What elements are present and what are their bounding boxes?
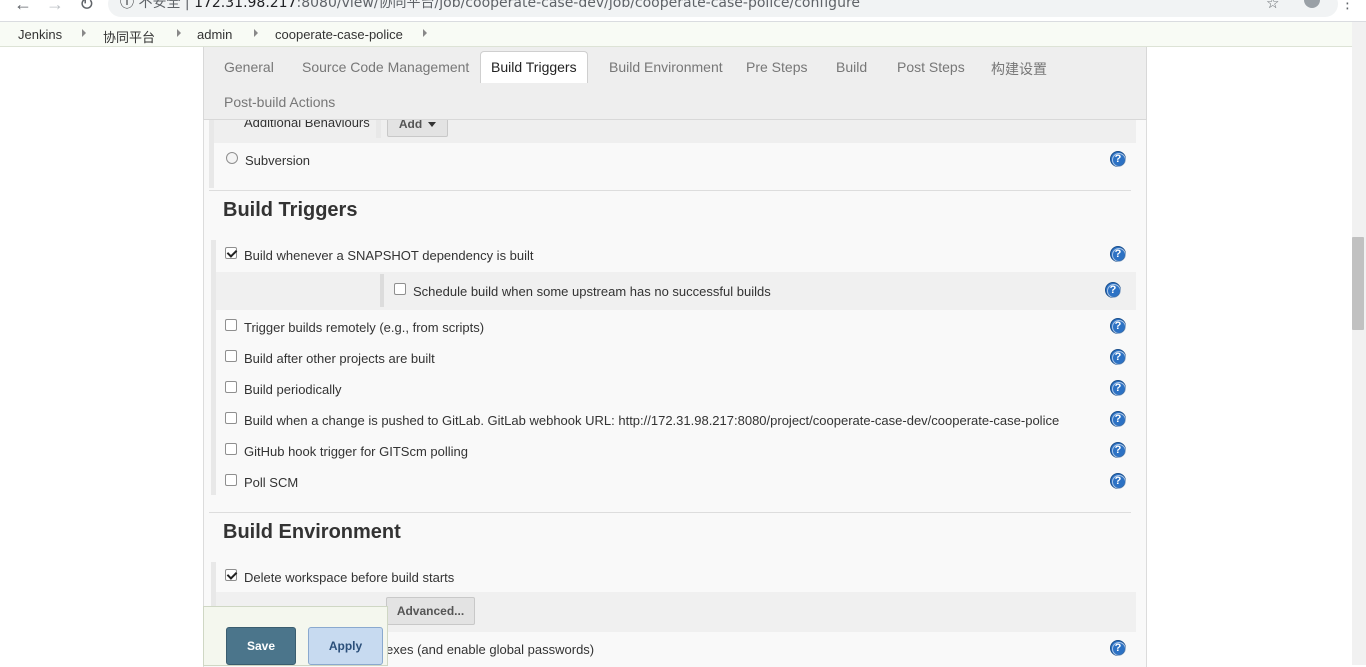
breadcrumb: Jenkins 协同平台 admin cooperate-case-police — [0, 22, 1352, 47]
scrollbar-thumb[interactable] — [1352, 237, 1364, 330]
section-title-build-triggers: Build Triggers — [223, 199, 358, 221]
delete-workspace-label: Delete workspace before build starts — [244, 570, 455, 585]
url-path: :8080/view/协同平台/job/cooperate-case-dev/j… — [296, 0, 861, 11]
delete-workspace-checkbox[interactable] — [225, 569, 237, 581]
snapshot-label: Build whenever a SNAPSHOT dependency is … — [244, 248, 534, 263]
apply-button[interactable]: Apply — [308, 627, 383, 665]
gitlab-push-checkbox[interactable] — [225, 412, 237, 424]
breadcrumb-folder[interactable]: admin — [197, 27, 232, 42]
section-indent-bar — [376, 118, 381, 138]
help-icon[interactable]: ? — [1110, 411, 1126, 427]
back-icon[interactable]: ← — [14, 0, 32, 15]
help-icon[interactable]: ? — [1105, 282, 1121, 298]
reload-icon[interactable]: ↻ — [79, 0, 94, 15]
build-after-other-checkbox[interactable] — [225, 350, 237, 362]
trigger-remote-label: Trigger builds remotely (e.g., from scri… — [244, 320, 485, 335]
tab-build-triggers[interactable]: Build Triggers — [480, 51, 588, 83]
schedule-upstream-checkbox[interactable] — [394, 283, 406, 295]
build-periodically-label: Build periodically — [244, 382, 342, 397]
tab-general[interactable]: General — [224, 59, 274, 75]
page-scrollbar[interactable] — [1352, 22, 1366, 665]
trigger-remote-checkbox[interactable] — [225, 319, 237, 331]
info-icon[interactable]: ⓘ — [120, 0, 134, 11]
url-host: 172.31.98.217 — [194, 0, 297, 11]
help-icon[interactable]: ? — [1110, 151, 1126, 167]
gitlab-push-label: Build when a change is pushed to GitLab.… — [244, 413, 1060, 428]
build-after-other-label: Build after other projects are built — [244, 351, 435, 366]
section-indent-bar — [380, 274, 384, 307]
section-divider — [209, 512, 1131, 513]
github-hook-label: GitHub hook trigger for GITScm polling — [244, 444, 468, 459]
help-icon[interactable]: ? — [1110, 442, 1126, 458]
caret-down-icon — [428, 122, 437, 128]
help-icon[interactable]: ? — [1110, 380, 1126, 396]
section-divider — [209, 190, 1131, 191]
tab-post-build-actions[interactable]: Post-build Actions — [224, 94, 335, 110]
chevron-right-icon[interactable] — [423, 29, 427, 37]
save-bar: Save Apply — [203, 606, 388, 666]
save-button[interactable]: Save — [226, 627, 296, 665]
menu-icon[interactable]: ⋮ — [1340, 0, 1355, 12]
poll-scm-checkbox[interactable] — [225, 474, 237, 486]
github-hook-checkbox[interactable] — [225, 443, 237, 455]
help-icon[interactable]: ? — [1110, 473, 1126, 489]
help-icon[interactable]: ? — [1110, 318, 1126, 334]
help-icon[interactable]: ? — [1110, 246, 1126, 262]
mask-passwords-label: exes (and enable global passwords) — [386, 642, 595, 657]
section-title-build-environment: Build Environment — [223, 521, 401, 543]
chevron-right-icon[interactable] — [177, 29, 181, 37]
subversion-radio[interactable] — [226, 152, 238, 164]
snapshot-checkbox[interactable] — [225, 247, 237, 259]
breadcrumb-job[interactable]: cooperate-case-police — [275, 27, 403, 42]
subversion-label: Subversion — [245, 153, 311, 168]
chevron-right-icon[interactable] — [254, 29, 258, 37]
chevron-right-icon[interactable] — [82, 29, 86, 37]
security-label: 不安全 — [138, 0, 181, 11]
help-icon[interactable]: ? — [1110, 640, 1126, 656]
browser-toolbar: ← → ↻ ⓘ 不安全 | 172.31.98.217:8080/view/协同… — [0, 0, 1366, 22]
tab-post-steps[interactable]: Post Steps — [897, 59, 965, 75]
config-tabbar: General Source Code Management Build Tri… — [203, 47, 1147, 120]
breadcrumb-view[interactable]: 协同平台 — [103, 27, 155, 46]
tab-build[interactable]: Build — [836, 59, 867, 75]
schedule-upstream-label: Schedule build when some upstream has no… — [413, 284, 771, 299]
star-icon[interactable]: ☆ — [1266, 0, 1279, 12]
breadcrumb-jenkins[interactable]: Jenkins — [18, 27, 62, 42]
section-indent-bar — [209, 118, 214, 188]
tab-source-code-management[interactable]: Source Code Management — [302, 59, 469, 75]
forward-icon[interactable]: → — [46, 0, 64, 15]
tab-build-settings[interactable]: 构建设置 — [991, 59, 1047, 79]
tab-pre-steps[interactable]: Pre Steps — [746, 59, 807, 75]
address-bar[interactable]: ⓘ 不安全 | 172.31.98.217:8080/view/协同平台/job… — [108, 0, 1338, 17]
tab-build-environment[interactable]: Build Environment — [609, 59, 723, 75]
advanced-button[interactable]: Advanced... — [386, 597, 475, 625]
poll-scm-label: Poll SCM — [244, 475, 299, 490]
build-periodically-checkbox[interactable] — [225, 381, 237, 393]
help-icon[interactable]: ? — [1110, 349, 1126, 365]
